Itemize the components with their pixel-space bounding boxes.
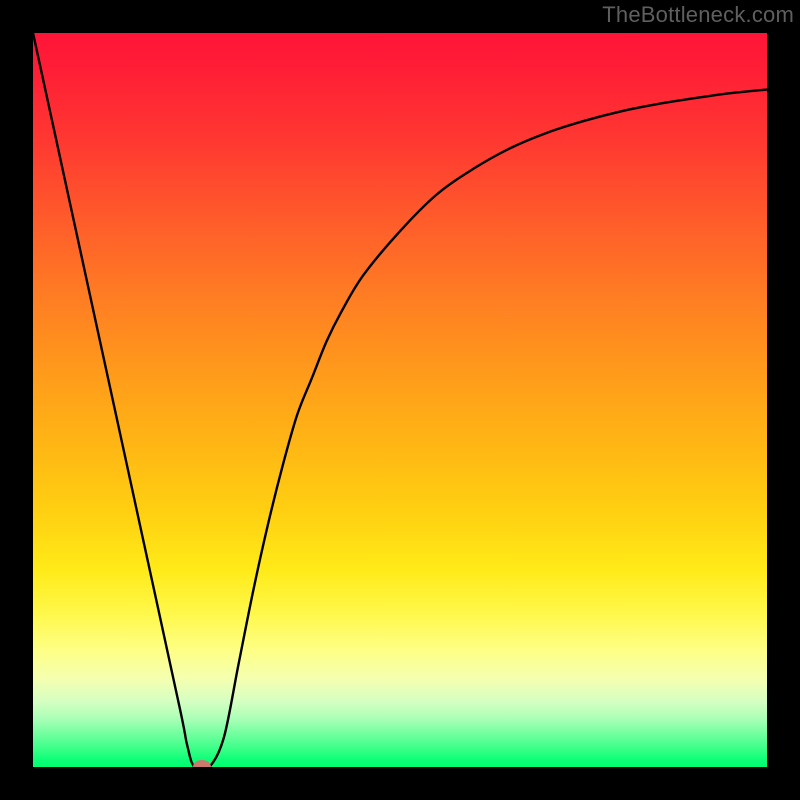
curve-layer xyxy=(33,33,767,767)
plot-area xyxy=(33,33,767,767)
optimal-point-marker xyxy=(193,760,211,767)
bottleneck-curve xyxy=(33,33,767,767)
attribution-text: TheBottleneck.com xyxy=(602,2,794,28)
chart-frame: TheBottleneck.com xyxy=(0,0,800,800)
